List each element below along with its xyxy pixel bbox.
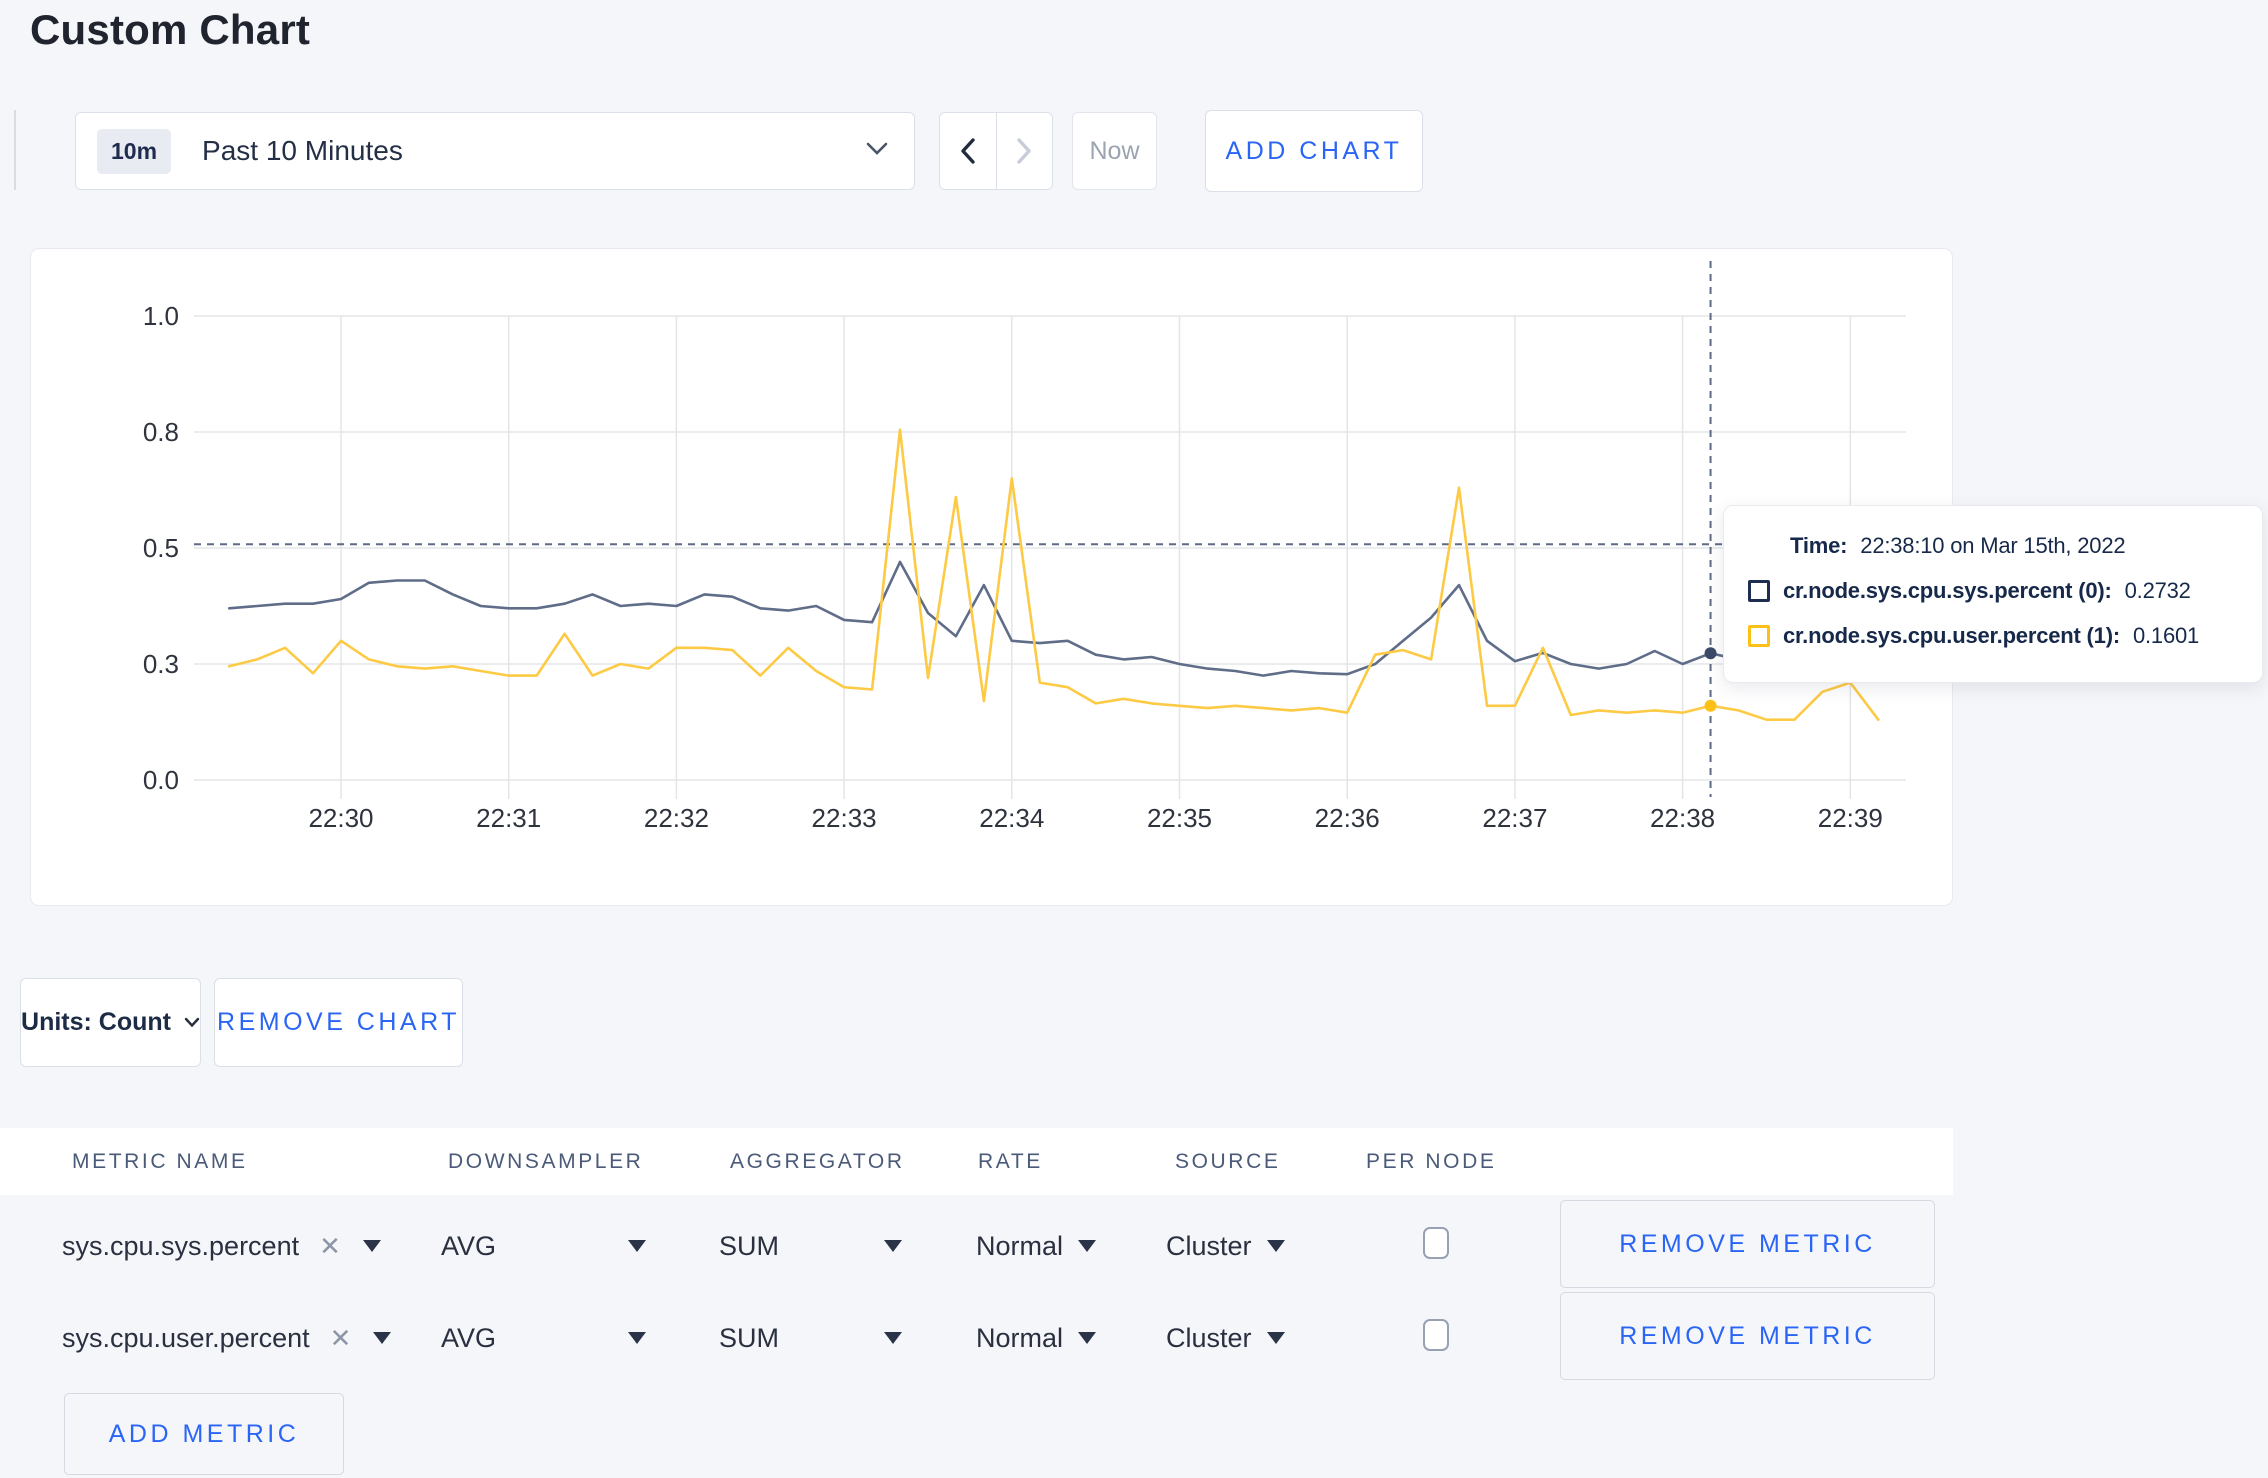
clear-metric-icon[interactable]: ✕ bbox=[330, 1323, 352, 1354]
col-header-aggregator: AGGREGATOR bbox=[730, 1150, 905, 1173]
series-sys-legend-swatch bbox=[1748, 580, 1770, 602]
chevron-down-icon bbox=[628, 1240, 646, 1252]
rate-select[interactable]: Normal bbox=[976, 1200, 1097, 1292]
remove-chart-button[interactable]: REMOVE CHART bbox=[214, 978, 463, 1067]
svg-text:22:31: 22:31 bbox=[476, 803, 541, 833]
tooltip-series-sys-value: 0.2732 bbox=[2124, 578, 2191, 603]
clear-metric-icon[interactable]: ✕ bbox=[319, 1231, 341, 1262]
aggregator-select[interactable]: SUM bbox=[719, 1292, 902, 1384]
aggregator-select[interactable]: SUM bbox=[719, 1200, 902, 1292]
col-header-rate: RATE bbox=[978, 1150, 1043, 1173]
tooltip-time-value: 22:38:10 on Mar 15th, 2022 bbox=[1860, 533, 2126, 558]
prev-timeframe-button[interactable] bbox=[940, 113, 996, 189]
tooltip-time-label: Time: bbox=[1790, 533, 1848, 558]
metric-name-value: sys.cpu.sys.percent bbox=[62, 1230, 300, 1261]
cpu-chart-svg[interactable]: 22:30 22:31 22:32 22:33 22:34 22:35 22:36 22:37… bbox=[31, 249, 1954, 907]
downsampler-select[interactable]: AVG bbox=[441, 1200, 646, 1292]
series-user-legend-swatch bbox=[1748, 625, 1770, 647]
rate-value: Normal bbox=[976, 1230, 1064, 1261]
svg-text:1.0: 1.0 bbox=[143, 301, 179, 331]
time-range-dropdown[interactable]: 10m Past 10 Minutes bbox=[75, 112, 915, 190]
col-header-metric-name: METRIC NAME bbox=[72, 1150, 248, 1173]
downsampler-select[interactable]: AVG bbox=[441, 1292, 646, 1384]
tooltip-series-user-value: 0.1601 bbox=[2132, 623, 2200, 648]
tooltip-series-sys-name: cr.node.sys.cpu.sys.percent (0): bbox=[1783, 578, 2112, 603]
chevron-down-icon bbox=[1266, 1332, 1285, 1344]
svg-text:0.3: 0.3 bbox=[143, 649, 179, 679]
chevron-down-icon[interactable] bbox=[373, 1332, 392, 1344]
svg-text:0.5: 0.5 bbox=[143, 533, 179, 563]
toolbar-divider bbox=[14, 110, 16, 190]
page-title: Custom Chart bbox=[30, 6, 311, 53]
time-range-badge: 10m bbox=[97, 128, 172, 174]
svg-text:22:32: 22:32 bbox=[644, 803, 709, 833]
col-header-per-node: PER NODE bbox=[1366, 1150, 1497, 1173]
svg-text:22:30: 22:30 bbox=[308, 803, 373, 833]
metric-name-select[interactable]: sys.cpu.sys.percent ✕ bbox=[62, 1200, 381, 1292]
col-header-downsampler: DOWNSAMPLER bbox=[448, 1150, 644, 1173]
chevron-right-icon bbox=[1017, 138, 1031, 164]
downsampler-value: AVG bbox=[441, 1322, 497, 1353]
now-button[interactable]: Now bbox=[1072, 112, 1157, 190]
per-node-checkbox[interactable] bbox=[1423, 1227, 1449, 1259]
svg-text:22:34: 22:34 bbox=[979, 803, 1044, 833]
chevron-down-icon bbox=[866, 142, 888, 161]
time-range-label: Past 10 Minutes bbox=[202, 135, 403, 166]
downsampler-value: AVG bbox=[441, 1230, 497, 1261]
metric-name-value: sys.cpu.user.percent bbox=[62, 1322, 310, 1353]
svg-text:0.8: 0.8 bbox=[143, 417, 179, 447]
svg-text:22:37: 22:37 bbox=[1482, 803, 1547, 833]
add-metric-button[interactable]: ADD METRIC bbox=[64, 1393, 344, 1475]
aggregator-value: SUM bbox=[719, 1322, 779, 1353]
chevron-down-icon bbox=[1078, 1240, 1097, 1252]
chevron-left-icon bbox=[961, 138, 975, 164]
chevron-down-icon[interactable] bbox=[362, 1240, 381, 1252]
chart-tooltip: Time: 22:38:10 on Mar 15th, 2022 cr.node… bbox=[1723, 505, 2263, 683]
table-row: sys.cpu.user.percent ✕ AVG SUM Normal Cl… bbox=[0, 1292, 1953, 1384]
chevron-down-icon bbox=[1266, 1240, 1285, 1252]
units-label: Units: Count bbox=[21, 1008, 171, 1036]
svg-text:22:39: 22:39 bbox=[1818, 803, 1883, 833]
source-value: Cluster bbox=[1166, 1322, 1252, 1353]
svg-text:22:35: 22:35 bbox=[1147, 803, 1212, 833]
per-node-checkbox[interactable] bbox=[1423, 1319, 1449, 1351]
remove-metric-button[interactable]: REMOVE METRIC bbox=[1560, 1200, 1935, 1288]
chevron-down-icon bbox=[884, 1332, 902, 1344]
aggregator-value: SUM bbox=[719, 1230, 779, 1261]
units-dropdown[interactable]: Units: Count bbox=[20, 978, 201, 1067]
chevron-down-icon bbox=[884, 1240, 902, 1252]
source-select[interactable]: Cluster bbox=[1166, 1200, 1285, 1292]
time-nav-group bbox=[939, 112, 1053, 190]
metric-name-select[interactable]: sys.cpu.user.percent ✕ bbox=[62, 1292, 392, 1384]
tooltip-series-user-name: cr.node.sys.cpu.user.percent (1): bbox=[1783, 623, 2120, 648]
source-value: Cluster bbox=[1166, 1230, 1252, 1261]
next-timeframe-button[interactable] bbox=[995, 113, 1053, 189]
svg-text:22:38: 22:38 bbox=[1650, 803, 1715, 833]
svg-text:22:36: 22:36 bbox=[1315, 803, 1380, 833]
table-row: sys.cpu.sys.percent ✕ AVG SUM Normal Clu… bbox=[0, 1200, 1953, 1292]
chart-card: 22:30 22:31 22:32 22:33 22:34 22:35 22:36 22:37… bbox=[30, 248, 1953, 906]
svg-text:22:33: 22:33 bbox=[812, 803, 877, 833]
chevron-down-icon bbox=[184, 1017, 200, 1028]
svg-text:0.0: 0.0 bbox=[143, 765, 179, 795]
metrics-table-header: METRIC NAME DOWNSAMPLER AGGREGATOR RATE … bbox=[0, 1128, 1953, 1195]
chevron-down-icon bbox=[1078, 1332, 1097, 1344]
col-header-source: SOURCE bbox=[1175, 1150, 1281, 1173]
chevron-down-icon bbox=[628, 1332, 646, 1344]
source-select[interactable]: Cluster bbox=[1166, 1292, 1285, 1384]
rate-value: Normal bbox=[976, 1322, 1064, 1353]
add-chart-button[interactable]: ADD CHART bbox=[1205, 110, 1423, 192]
remove-metric-button[interactable]: REMOVE METRIC bbox=[1560, 1292, 1935, 1380]
rate-select[interactable]: Normal bbox=[976, 1292, 1097, 1384]
